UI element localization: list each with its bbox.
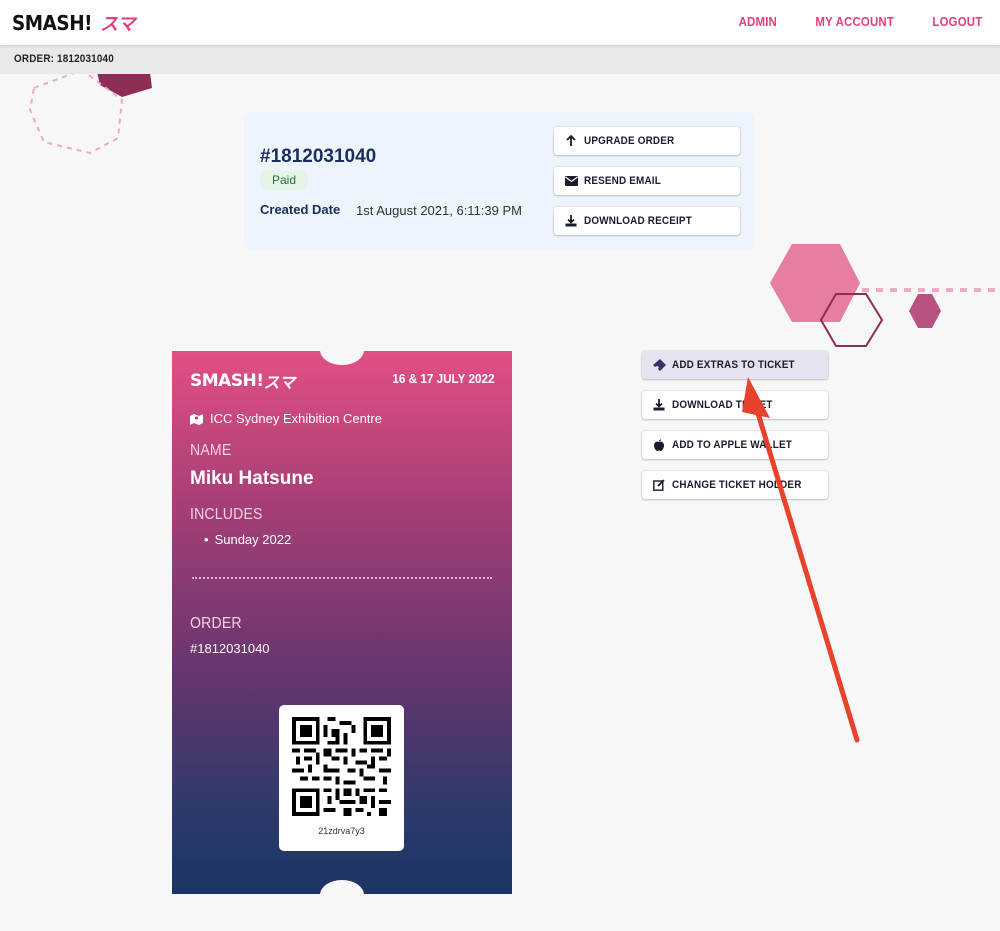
- ticket-name-label: NAME: [190, 442, 232, 459]
- top-nav-bar: SMASH! スマ ADMIN MY ACCOUNT LOGOUT: [0, 0, 1000, 45]
- smash-logo[interactable]: SMASH! スマ: [12, 11, 136, 35]
- apple-icon: [652, 438, 666, 452]
- ticket-includes-item: Sunday 2022: [204, 532, 292, 547]
- ticket-venue-text: ICC Sydney Exhibition Centre: [210, 411, 382, 426]
- download-icon: [652, 398, 666, 412]
- add-extras-to-ticket-button[interactable]: ADD EXTRAS TO TICKET: [642, 351, 828, 379]
- created-date-value: 1st August 2021, 6:11:39 PM: [356, 203, 522, 218]
- ticket-venue: ICC Sydney Exhibition Centre: [190, 411, 382, 426]
- status-badge: Paid: [260, 170, 309, 190]
- download-receipt-label: DOWNLOAD RECEIPT: [584, 215, 692, 227]
- qr-code-text: 21zdrva7y3: [318, 826, 365, 836]
- main-nav: ADMIN MY ACCOUNT LOGOUT: [736, 14, 986, 29]
- ticket-notch-bottom: [320, 880, 364, 894]
- created-date-label: Created Date: [260, 202, 341, 217]
- change-ticket-holder-label: CHANGE TICKET HOLDER: [672, 479, 802, 491]
- ticket-divider: [192, 577, 492, 579]
- order-summary-card: #1812031040 Paid Created Date 1st August…: [244, 112, 754, 250]
- upgrade-order-label: UPGRADE ORDER: [584, 135, 675, 147]
- download-receipt-button[interactable]: DOWNLOAD RECEIPT: [554, 207, 740, 235]
- edit-icon: [652, 478, 666, 492]
- nav-my-account-link[interactable]: MY ACCOUNT: [815, 14, 894, 29]
- map-icon: [190, 413, 203, 425]
- add-extras-label: ADD EXTRAS TO TICKET: [672, 359, 795, 371]
- ticket-icon: [652, 358, 666, 372]
- ticket-order-label: ORDER: [190, 615, 242, 632]
- download-icon: [564, 214, 578, 228]
- ticket-holder-name: Miku Hatsune: [190, 468, 314, 489]
- breadcrumb: ORDER: 1812031040: [0, 45, 1000, 74]
- ticket-order-number: #1812031040: [190, 641, 270, 656]
- logo-text: SMASH!: [12, 11, 93, 35]
- logo-jp-text: スマ: [100, 14, 136, 35]
- download-ticket-label: DOWNLOAD TICKET: [672, 399, 773, 411]
- qr-code-card: 21zdrva7y3: [279, 705, 404, 851]
- ticket-includes-label: INCLUDES: [190, 506, 263, 523]
- envelope-icon: [564, 174, 578, 188]
- add-to-apple-wallet-button[interactable]: ADD TO APPLE WALLET: [642, 431, 828, 459]
- qr-code: [292, 717, 391, 816]
- change-ticket-holder-button[interactable]: CHANGE TICKET HOLDER: [642, 471, 828, 499]
- apple-wallet-label: ADD TO APPLE WALLET: [672, 439, 793, 451]
- nav-admin-link[interactable]: ADMIN: [739, 14, 777, 29]
- upgrade-order-button[interactable]: UPGRADE ORDER: [554, 127, 740, 155]
- order-number: #1812031040: [260, 146, 377, 167]
- ticket-logo-jp: スマ: [263, 373, 296, 392]
- resend-email-label: RESEND EMAIL: [584, 175, 661, 187]
- arrow-up-icon: [564, 134, 578, 148]
- event-ticket: SMASH! スマ 16 & 17 JULY 2022 ICC Sydney E…: [172, 351, 512, 894]
- ticket-logo-text: SMASH!: [190, 371, 264, 391]
- resend-email-button[interactable]: RESEND EMAIL: [554, 167, 740, 195]
- nav-logout-link[interactable]: LOGOUT: [933, 14, 983, 29]
- breadcrumb-text: ORDER: 1812031040: [14, 53, 114, 65]
- download-ticket-button[interactable]: DOWNLOAD TICKET: [642, 391, 828, 419]
- ticket-event-dates: 16 & 17 JULY 2022: [391, 371, 494, 386]
- ticket-logo: SMASH! スマ: [190, 369, 295, 393]
- ticket-notch-top: [320, 351, 364, 365]
